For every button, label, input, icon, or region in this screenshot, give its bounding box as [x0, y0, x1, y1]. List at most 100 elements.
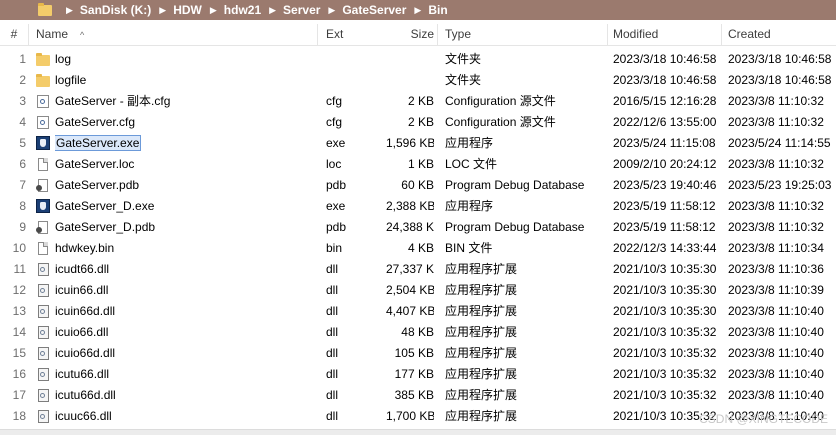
- breadcrumb-item[interactable]: ▶ hdw21: [202, 3, 261, 17]
- breadcrumb-label: Server: [283, 3, 321, 17]
- file-row[interactable]: 12 icuin66.dll dll 2,504 KB 应用程序扩展 2021/10/3 …: [0, 280, 836, 301]
- file-type: 应用程序扩展: [445, 283, 518, 297]
- file-name[interactable]: icuuc66.dll: [55, 409, 112, 423]
- folder-icon: [36, 53, 50, 66]
- chevron-right-icon[interactable]: ▶: [269, 5, 276, 16]
- file-icon-cell: [36, 70, 50, 91]
- file-icon-cell: [36, 406, 50, 427]
- file-name[interactable]: icuin66.dll: [55, 283, 108, 297]
- row-number: 11: [13, 262, 26, 276]
- file-row[interactable]: 8 GateServer_D.exe exe 2,388 KB 应用程序 2023/5/1…: [0, 196, 836, 217]
- chevron-right-icon[interactable]: ▶: [210, 5, 217, 16]
- file-row[interactable]: 7 GateServer.pdb pdb 60 KB Program Debug Dat…: [0, 175, 836, 196]
- file-row[interactable]: 5 GateServer.exe exe 1,596 KB 应用程序 2023/5/24 …: [0, 133, 836, 154]
- file-row[interactable]: 11 icudt66.dll dll 27,337 KB 应用程序扩展 2021/10/3…: [0, 259, 836, 280]
- file-modified: 2023/5/24 11:15:08: [613, 136, 716, 150]
- file-name-cell: GateServer - 副本.cfg: [55, 91, 317, 112]
- column-name[interactable]: Name ^: [29, 24, 318, 45]
- file-type: 应用程序扩展: [445, 304, 518, 318]
- chevron-right-icon[interactable]: ▶: [328, 5, 335, 16]
- file-row[interactable]: 15 icuio66d.dll dll 105 KB 应用程序扩展 2021/10/3 1…: [0, 343, 836, 364]
- file-row[interactable]: 4 GateServer.cfg cfg 2 KB Configuration 源文件 2…: [0, 112, 836, 133]
- file-name[interactable]: log: [55, 52, 71, 66]
- breadcrumb: ▶ SanDisk (K:) ▶ HDW ▶ hdw21 ▶ Server ▶ GateServe…: [58, 3, 448, 17]
- breadcrumb-item[interactable]: ▶ Server: [261, 3, 320, 17]
- file-created: 2023/3/8 11:10:32: [728, 199, 824, 213]
- file-ext: loc: [326, 157, 342, 171]
- file-row[interactable]: 2 logfile 文件夹 2023/3/18 10:46:58 2023/3/18 1…: [0, 70, 836, 91]
- file-ext: dll: [326, 262, 339, 276]
- file-name[interactable]: icuio66d.dll: [55, 346, 115, 360]
- file-created: 2023/3/18 10:46:58: [728, 52, 832, 66]
- breadcrumb-item[interactable]: ▶ HDW: [151, 3, 202, 17]
- column-num[interactable]: #: [0, 24, 29, 45]
- file-size: 4,407 KB: [386, 304, 434, 318]
- file-type: Configuration 源文件: [445, 94, 556, 108]
- row-number: 12: [12, 283, 26, 297]
- file-ext: bin: [326, 241, 343, 255]
- file-row[interactable]: 6 GateServer.loc loc 1 KB LOC 文件 2009/2/10 20…: [0, 154, 836, 175]
- file-ext: dll: [326, 325, 339, 339]
- file-name[interactable]: GateServer.loc: [55, 157, 134, 171]
- row-number: 9: [19, 220, 26, 234]
- file-name[interactable]: icudt66.dll: [55, 262, 109, 276]
- file-row[interactable]: 1 log 文件夹 2023/3/18 10:46:58 2023/3/18 10:46…: [0, 49, 836, 70]
- row-number: 5: [19, 136, 26, 150]
- file-row[interactable]: 13 icuin66d.dll dll 4,407 KB 应用程序扩展 2021/10/3…: [0, 301, 836, 322]
- file-size: 2 KB: [407, 94, 434, 108]
- file-icon-cell: [36, 301, 50, 322]
- breadcrumb-item[interactable]: ▶ GateServer: [320, 3, 406, 17]
- breadcrumb-item[interactable]: ▶ SanDisk (K:): [58, 3, 151, 17]
- file-icon-cell: [36, 175, 50, 196]
- dll-icon: [38, 389, 49, 402]
- file-created: 2023/3/8 11:10:40: [728, 346, 824, 360]
- file-name[interactable]: icuin66d.dll: [55, 304, 115, 318]
- row-number: 15: [12, 346, 26, 360]
- file-ext: exe: [326, 136, 346, 150]
- file-ext: dll: [326, 283, 339, 297]
- row-number: 7: [19, 178, 26, 192]
- breadcrumb-label: HDW: [173, 3, 202, 17]
- file-name[interactable]: GateServer_D.exe: [55, 199, 154, 213]
- file-name-cell: GateServer_D.pdb: [55, 217, 317, 238]
- column-modified[interactable]: Modified: [608, 24, 722, 45]
- address-bar[interactable]: ▶ SanDisk (K:) ▶ HDW ▶ hdw21 ▶ Server ▶ GateServe…: [0, 0, 836, 20]
- file-ext: dll: [326, 388, 339, 402]
- file-name[interactable]: GateServer.cfg: [55, 115, 135, 129]
- chevron-right-icon[interactable]: ▶: [66, 5, 73, 16]
- horizontal-scrollbar[interactable]: [0, 429, 836, 435]
- file-type: 应用程序扩展: [445, 262, 518, 276]
- file-name-cell: GateServer.loc: [55, 154, 317, 175]
- file-name-cell: logfile: [55, 70, 317, 91]
- folder-icon: [38, 2, 52, 16]
- file-name[interactable]: logfile: [55, 73, 86, 87]
- file-icon-cell: [36, 364, 50, 385]
- file-name[interactable]: GateServer.exe: [55, 135, 142, 151]
- file-name-cell: icutu66d.dll: [55, 385, 317, 406]
- file-name[interactable]: GateServer - 副本.cfg: [55, 94, 170, 108]
- column-size[interactable]: Size: [386, 24, 438, 45]
- file-size: 177 KB: [394, 367, 434, 381]
- file-created: 2023/3/8 11:10:40: [728, 325, 824, 339]
- file-created: 2023/5/23 19:25:03: [728, 178, 832, 192]
- file-row[interactable]: 3 GateServer - 副本.cfg cfg 2 KB Configuration…: [0, 91, 836, 112]
- file-row[interactable]: 10 hdwkey.bin bin 4 KB BIN 文件 2022/12/3 14:33…: [0, 238, 836, 259]
- column-type[interactable]: Type: [438, 24, 608, 45]
- chevron-right-icon[interactable]: ▶: [414, 5, 421, 16]
- file-row[interactable]: 17 icutu66d.dll dll 385 KB 应用程序扩展 2021/10/3 1…: [0, 385, 836, 406]
- file-name[interactable]: icutu66d.dll: [55, 388, 116, 402]
- file-name[interactable]: GateServer.pdb: [55, 178, 139, 192]
- breadcrumb-item[interactable]: ▶ Bin: [406, 3, 447, 17]
- file-icon-cell: [36, 112, 50, 133]
- file-row[interactable]: 9 GateServer_D.pdb pdb 24,388 KB Program Deb…: [0, 217, 836, 238]
- file-name[interactable]: icuio66.dll: [55, 325, 108, 339]
- row-number: 10: [12, 241, 26, 255]
- column-created[interactable]: Created: [722, 24, 836, 45]
- file-row[interactable]: 14 icuio66.dll dll 48 KB 应用程序扩展 2021/10/3 10:…: [0, 322, 836, 343]
- file-icon-cell: [36, 238, 50, 259]
- chevron-right-icon[interactable]: ▶: [159, 5, 166, 16]
- file-name[interactable]: icutu66.dll: [55, 367, 109, 381]
- file-row[interactable]: 16 icutu66.dll dll 177 KB 应用程序扩展 2021/10/3 10…: [0, 364, 836, 385]
- file-name[interactable]: GateServer_D.pdb: [55, 220, 155, 234]
- file-name[interactable]: hdwkey.bin: [55, 241, 114, 255]
